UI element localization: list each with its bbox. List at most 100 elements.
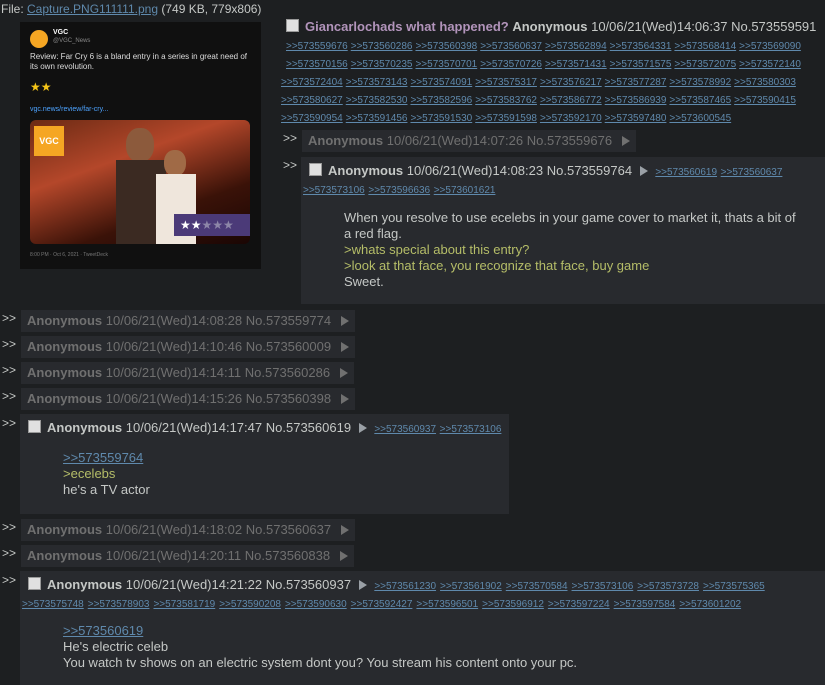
quote-link[interactable]: >>573559764 (63, 450, 150, 466)
post-number[interactable]: No.573559764 (547, 163, 632, 178)
backlink[interactable]: >>573570726 (480, 59, 542, 70)
backlink[interactable]: >>573571431 (545, 59, 607, 70)
post-number[interactable]: No.573560637 (246, 522, 331, 537)
op-checkbox[interactable] (286, 19, 299, 32)
backlink[interactable]: >>573580627 (281, 95, 343, 106)
backlink[interactable]: >>573575365 (703, 581, 765, 592)
backlink[interactable]: >>573580303 (734, 77, 796, 88)
backlink[interactable]: >>573560398 (415, 41, 477, 52)
backlink[interactable]: >>573573106 (572, 581, 634, 592)
collapsed-post-573559676[interactable]: Anonymous 10/06/21(Wed)14:07:26 No.57355… (302, 130, 636, 152)
backlink[interactable]: >>573590208 (219, 599, 281, 610)
backlink[interactable]: >>573573728 (637, 581, 699, 592)
backlink[interactable]: >>573560637 (480, 41, 542, 52)
backlink[interactable]: >>573590954 (281, 113, 343, 124)
post-checkbox[interactable] (309, 163, 322, 176)
backlink[interactable]: >>573591598 (475, 113, 537, 124)
backlink[interactable]: >>573590415 (734, 95, 796, 106)
post-menu-arrow-icon[interactable] (358, 423, 367, 433)
op-thumbnail-image[interactable]: VGC @VGC_News Review: Far Cry 6 is a bla… (20, 22, 261, 269)
backlink[interactable]: >>573592427 (351, 599, 413, 610)
backlink[interactable]: >>573596501 (416, 599, 478, 610)
backlink[interactable]: >>573570584 (506, 581, 568, 592)
expand-arrow-icon[interactable] (340, 394, 349, 404)
collapsed-post-573560398[interactable]: Anonymous 10/06/21(Wed)14:15:26 No.57356… (21, 388, 355, 410)
backlink[interactable]: >>573586939 (605, 95, 667, 106)
collapsed-post-573560838[interactable]: Anonymous 10/06/21(Wed)14:20:11 No.57356… (21, 545, 354, 567)
post-number[interactable]: No.573560937 (266, 577, 351, 592)
backlink[interactable]: >>573568414 (674, 41, 736, 52)
collapsed-post-573560286[interactable]: Anonymous 10/06/21(Wed)14:14:11 No.57356… (21, 362, 354, 384)
backlink[interactable]: >>573573106 (303, 185, 365, 196)
backlink[interactable]: >>573570701 (415, 59, 477, 70)
backlink[interactable]: >>573574091 (410, 77, 472, 88)
expand-arrow-icon[interactable] (340, 342, 349, 352)
post-number[interactable]: No.573560619 (266, 420, 351, 435)
backlink[interactable]: >>573570235 (351, 59, 413, 70)
backlink[interactable]: >>573597480 (605, 113, 667, 124)
backlink[interactable]: >>573569090 (739, 41, 801, 52)
collapsed-post-573560009[interactable]: Anonymous 10/06/21(Wed)14:10:46 No.57356… (21, 336, 355, 358)
backlink[interactable]: >>573572404 (281, 77, 343, 88)
backlink[interactable]: >>573582530 (346, 95, 408, 106)
expand-arrow-icon[interactable] (339, 368, 348, 378)
post-menu-arrow-icon[interactable] (358, 580, 367, 590)
backlink[interactable]: >>573592170 (540, 113, 602, 124)
backlink[interactable]: >>573601621 (434, 185, 496, 196)
backlink[interactable]: >>573575317 (475, 77, 537, 88)
file-name-link[interactable]: Capture.PNG111111.png (27, 2, 158, 16)
backlink[interactable]: >>573590630 (285, 599, 347, 610)
backlink[interactable]: >>573583762 (475, 95, 537, 106)
backlink[interactable]: >>573572140 (739, 59, 801, 70)
post-checkbox[interactable] (28, 420, 41, 433)
backlink[interactable]: >>573576217 (540, 77, 602, 88)
backlink[interactable]: >>573573106 (440, 424, 502, 435)
backlink[interactable]: >>573560637 (721, 167, 783, 178)
backlink[interactable]: >>573597224 (548, 599, 610, 610)
expand-arrow-icon[interactable] (340, 525, 349, 535)
post-number[interactable]: No.573560398 (246, 391, 331, 406)
backlink[interactable]: >>573577287 (605, 77, 667, 88)
backlink[interactable]: >>573586772 (540, 95, 602, 106)
backlink[interactable]: >>573596636 (368, 185, 430, 196)
backlink[interactable]: >>573561230 (374, 581, 436, 592)
expand-arrow-icon[interactable] (339, 551, 348, 561)
post-checkbox[interactable] (28, 577, 41, 590)
backlink[interactable]: >>573572075 (674, 59, 736, 70)
backlink[interactable]: >>573570156 (286, 59, 348, 70)
post-number[interactable]: No.573560009 (246, 339, 331, 354)
backlink[interactable]: >>573578992 (669, 77, 731, 88)
expand-arrow-icon[interactable] (340, 316, 349, 326)
backlink[interactable]: >>573600545 (669, 113, 731, 124)
backlink[interactable]: >>573591456 (346, 113, 408, 124)
backlink[interactable]: >>573591530 (410, 113, 472, 124)
backlink[interactable]: >>573560619 (655, 167, 717, 178)
post-number[interactable]: No.573560838 (245, 548, 330, 563)
backlink[interactable]: >>573597584 (614, 599, 676, 610)
op-header: Giancarlochads what happened? Anonymous … (286, 19, 816, 34)
post-number[interactable]: No.573559676 (527, 133, 612, 148)
backlink[interactable]: >>573596912 (482, 599, 544, 610)
post-number[interactable]: No.573560286 (245, 365, 330, 380)
backlink[interactable]: >>573575748 (22, 599, 84, 610)
backlink[interactable]: >>573562894 (545, 41, 607, 52)
backlink[interactable]: >>573573143 (346, 77, 408, 88)
backlink[interactable]: >>573587465 (669, 95, 731, 106)
backlink[interactable]: >>573560286 (351, 41, 413, 52)
quote-link[interactable]: >>573560619 (63, 623, 577, 639)
collapsed-post-573560637[interactable]: Anonymous 10/06/21(Wed)14:18:02 No.57356… (21, 519, 355, 541)
backlink[interactable]: >>573601202 (679, 599, 741, 610)
op-number[interactable]: No.573559591 (731, 19, 816, 34)
collapsed-post-573559774[interactable]: Anonymous 10/06/21(Wed)14:08:28 No.57355… (21, 310, 355, 332)
expand-arrow-icon[interactable] (621, 136, 630, 146)
backlink[interactable]: >>573560937 (374, 424, 436, 435)
backlink[interactable]: >>573559676 (286, 41, 348, 52)
backlink[interactable]: >>573581719 (153, 599, 215, 610)
post-menu-arrow-icon[interactable] (639, 166, 648, 176)
backlink[interactable]: >>573571575 (610, 59, 672, 70)
post-number[interactable]: No.573559774 (246, 313, 331, 328)
backlink[interactable]: >>573561902 (440, 581, 502, 592)
backlink[interactable]: >>573564331 (610, 41, 672, 52)
backlink[interactable]: >>573582596 (410, 95, 472, 106)
backlink[interactable]: >>573578903 (88, 599, 150, 610)
